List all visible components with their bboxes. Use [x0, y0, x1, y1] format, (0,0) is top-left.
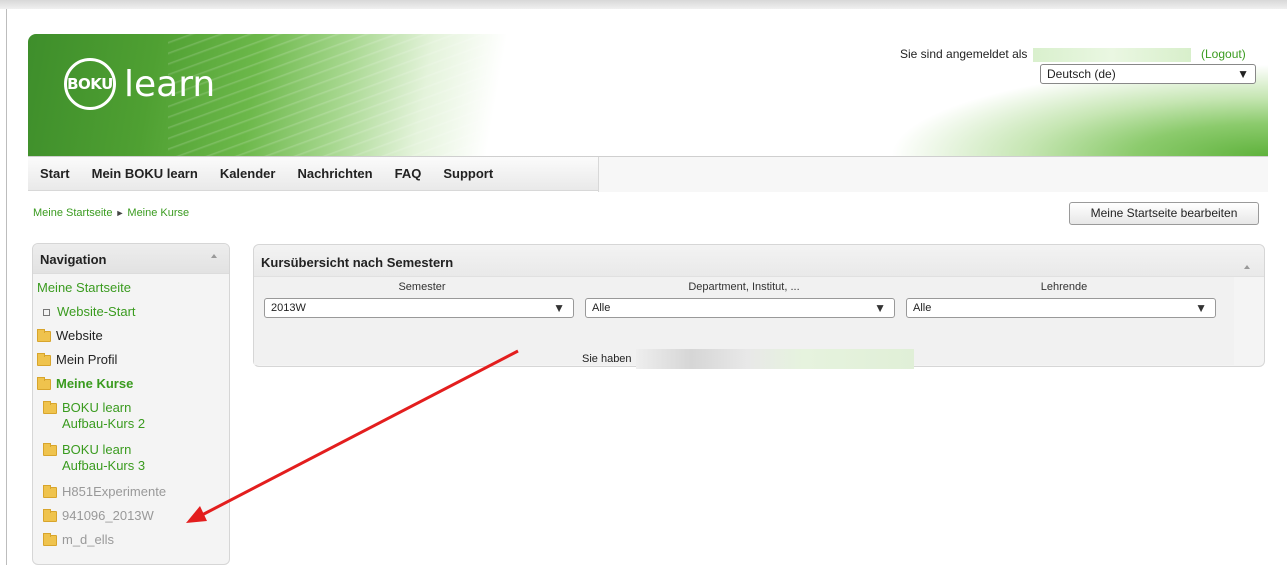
breadcrumb-my-courses[interactable]: Meine Kurse [127, 207, 189, 219]
nav-tree-profile[interactable]: Mein Profil [33, 352, 229, 376]
boku-learn-logo[interactable]: BOKU learn [64, 58, 215, 110]
nav-tree-my-courses[interactable]: Meine Kurse [33, 376, 229, 400]
folder-icon [43, 533, 57, 546]
nav-support[interactable]: Support [443, 166, 493, 181]
department-label: Department, Institut, ... [688, 281, 800, 293]
lecturer-select[interactable]: Alle ▼ [906, 298, 1216, 318]
semester-label: Semester [398, 281, 446, 293]
course-overview-header[interactable]: Kursübersicht nach Semestern [254, 245, 1264, 277]
navigation-block: Navigation Meine Startseite Website-Star… [32, 243, 230, 565]
login-prefix: Sie sind angemeldet als [900, 47, 1028, 61]
course-label: BOKU learn Aufbau-Kurs 2 [62, 400, 146, 431]
semester-select[interactable]: 2013W ▼ [264, 298, 574, 318]
nav-tree-profile-label: Mein Profil [56, 352, 118, 367]
folder-icon [43, 485, 57, 498]
nav-tree-site-home[interactable]: Website-Start [33, 304, 229, 328]
folder-icon [43, 509, 57, 522]
redacted-info [635, 349, 914, 369]
language-value: Deutsch (de) [1047, 67, 1116, 81]
window-left-border [6, 9, 7, 565]
course-overview-block: Kursübersicht nach Semestern Semester 20… [253, 244, 1265, 369]
nav-kalender[interactable]: Kalender [220, 166, 276, 181]
nav-tree-site-home-label: Website-Start [57, 304, 136, 319]
breadcrumb-separator-icon: ► [115, 208, 125, 218]
chevron-down-icon: ▼ [553, 301, 565, 315]
nav-mein-boku-learn[interactable]: Mein BOKU learn [92, 166, 198, 181]
course-overview-title: Kursübersicht nach Semestern [261, 255, 454, 270]
window-top-border [0, 0, 1287, 9]
folder-icon [37, 329, 51, 342]
bullet-square-icon [43, 309, 50, 316]
collapse-icon[interactable] [211, 254, 217, 258]
nav-tree-website[interactable]: Website [33, 328, 229, 352]
nav-tree-course-item[interactable]: H851Experimente [33, 484, 229, 508]
boku-logo-icon: BOKU [64, 58, 116, 110]
edit-homepage-button[interactable]: Meine Startseite bearbeiten [1069, 202, 1259, 225]
nav-faq[interactable]: FAQ [395, 166, 422, 181]
semester-value: 2013W [271, 302, 306, 314]
course-overview-body: Semester 2013W ▼ Department, Institut, .… [254, 277, 1234, 369]
nav-tree-home[interactable]: Meine Startseite [33, 280, 229, 304]
nav-tree-course-item[interactable]: BOKU learn Aufbau-Kurs 2 [33, 400, 229, 442]
course-label: 941096_2013W [62, 508, 154, 523]
login-info: Sie sind angemeldet als [900, 47, 1192, 62]
department-value: Alle [592, 302, 611, 314]
annotation-arrow-line [199, 349, 519, 518]
course-label: m_d_ells [62, 532, 115, 547]
folder-icon [43, 401, 57, 414]
department-select[interactable]: Alle ▼ [585, 298, 895, 318]
breadcrumb: Meine Startseite ► Meine Kurse [33, 207, 189, 219]
navigation-block-header[interactable]: Navigation [33, 244, 229, 274]
main-navbar: Start Mein BOKU learn Kalender Nachricht… [28, 156, 1268, 192]
language-select[interactable]: Deutsch (de) ▼ [1040, 64, 1256, 84]
course-count-text: Sie haben [582, 352, 632, 365]
lecturer-label: Lehrende [1040, 281, 1088, 293]
folder-open-icon [37, 377, 51, 390]
nav-tree-home-label: Meine Startseite [37, 280, 131, 295]
lecturer-value: Alle [913, 302, 932, 314]
navigation-title: Navigation [40, 252, 107, 267]
redacted-username [1033, 47, 1192, 62]
logo-text: learn [124, 63, 216, 105]
navigation-tree: Meine Startseite Website-Start Website M… [33, 274, 229, 556]
nav-tree-website-label: Website [56, 328, 103, 343]
folder-icon [37, 353, 51, 366]
course-count-info: Sie haben [582, 349, 914, 369]
chevron-down-icon: ▼ [1195, 301, 1207, 315]
nav-tree-course-item[interactable]: m_d_ells [33, 532, 229, 556]
breadcrumb-home[interactable]: Meine Startseite [33, 207, 112, 219]
chevron-down-icon: ▼ [1237, 67, 1249, 81]
course-label: H851Experimente [62, 484, 167, 499]
folder-icon [43, 443, 57, 456]
nav-start[interactable]: Start [40, 166, 70, 181]
chevron-down-icon: ▼ [874, 301, 886, 315]
course-label: BOKU learn Aufbau-Kurs 3 [62, 442, 146, 473]
nav-tree-course-item[interactable]: BOKU learn Aufbau-Kurs 3 [33, 442, 229, 484]
collapse-icon[interactable] [1244, 265, 1250, 269]
logout-link[interactable]: (Logout) [1201, 47, 1246, 61]
nav-nachrichten[interactable]: Nachrichten [297, 166, 372, 181]
nav-tree-course-item[interactable]: 941096_2013W [33, 508, 229, 532]
nav-tree-my-courses-label: Meine Kurse [56, 376, 134, 391]
